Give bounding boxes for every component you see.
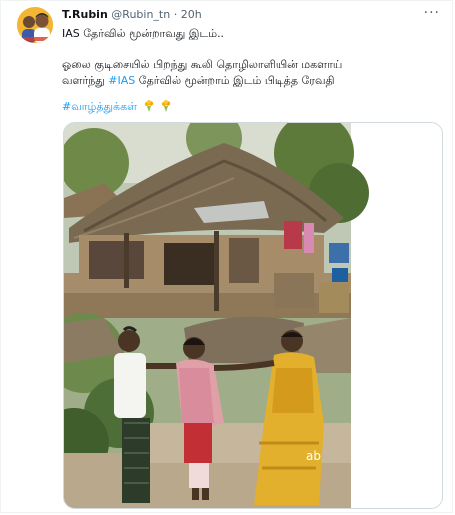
family-photo [64,313,351,508]
avatar-image [17,7,53,43]
tweet-timestamp[interactable]: 20h [181,8,202,21]
more-dots-icon[interactable]: ··· [424,5,440,21]
tweet-text-segment: தேர்வில் மூன்றாம் இடம் பிடித்த ரேவதி [135,74,335,87]
author-avatar[interactable] [17,7,53,43]
tweet-text-line-4: #வாழ்த்துக்கள் [62,99,172,115]
tweet-text-line-2: ஓலை குடிசையில் பிறந்து கூலி தொழிலாளியின்… [62,58,343,71]
separator-dot: · [173,8,178,21]
tweet-text-segment: வளர்ந்து [62,74,109,87]
hut-and-family-photo [64,123,442,508]
tweet-media[interactable]: ab [63,122,443,509]
thatched-hut-photo [64,123,369,318]
tweet-card[interactable]: T.Rubin @Rubin_tn · 20h ··· IAS தேர்வில்… [0,0,453,513]
bouquet-emoji-icon [161,100,171,112]
author-handle[interactable]: @Rubin_tn [111,8,170,21]
tweet-header: T.Rubin @Rubin_tn · 20h [62,8,202,22]
photo-watermark: ab [306,449,321,463]
author-name[interactable]: T.Rubin [62,8,108,21]
hashtag-ias-link[interactable]: #IAS [108,74,135,87]
bouquet-emoji-icon [144,100,153,112]
hashtag-congratulations-link[interactable]: #வாழ்த்துக்கள் [62,100,137,113]
tweet-text-line-1: IAS தேர்வில் மூன்றாவது இடம்.. [62,27,225,40]
tweet-text-line-3: வளர்ந்து #IAS தேர்வில் மூன்றாம் இடம் பிட… [62,73,335,89]
